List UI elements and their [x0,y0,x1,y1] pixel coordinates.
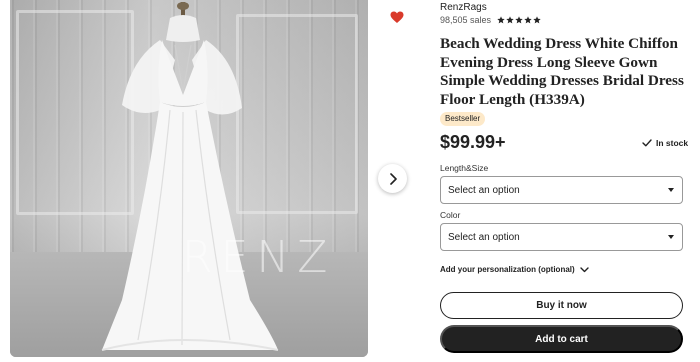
product-price: $99.99+ [440,132,506,152]
rating-stars[interactable] [497,16,541,24]
color-label: Color [440,210,461,220]
bestseller-badge: Bestseller [440,112,486,126]
stock-status: In stock [642,138,688,148]
shop-name-link[interactable]: RenzRags [440,2,487,13]
next-image-button[interactable] [378,164,407,193]
size-select[interactable]: Select an option [440,176,683,204]
personalization-label: Add your personalization (optional) [440,265,575,274]
chevron-right-icon [389,172,397,185]
star-icon [533,16,541,24]
personalization-toggle[interactable]: Add your personalization (optional) [440,265,589,274]
caret-down-icon [668,188,674,192]
product-title: Beach Wedding Dress White Chiffon Evenin… [440,35,684,108]
sales-count: 98,505 sales [440,15,492,25]
size-label: Length&Size [440,163,489,173]
add-to-cart-button[interactable]: Add to cart [440,325,683,353]
stock-label: In stock [656,138,689,148]
color-select-value: Select an option [448,231,520,243]
image-watermark: RENZ [182,232,336,283]
star-icon [524,16,532,24]
heart-icon [390,11,404,23]
check-icon [642,139,652,147]
favorite-button[interactable] [390,11,406,26]
star-icon [506,16,514,24]
wedding-dress-illustration [101,2,279,351]
shop-sales-row: 98,505 sales [440,15,541,25]
size-select-value: Select an option [448,184,520,196]
product-image[interactable]: RENZ [10,0,368,357]
chevron-down-icon [579,266,589,272]
buy-now-button[interactable]: Buy it now [440,292,683,319]
color-select[interactable]: Select an option [440,223,683,251]
caret-down-icon [668,235,674,239]
star-icon [515,16,523,24]
star-icon [497,16,505,24]
